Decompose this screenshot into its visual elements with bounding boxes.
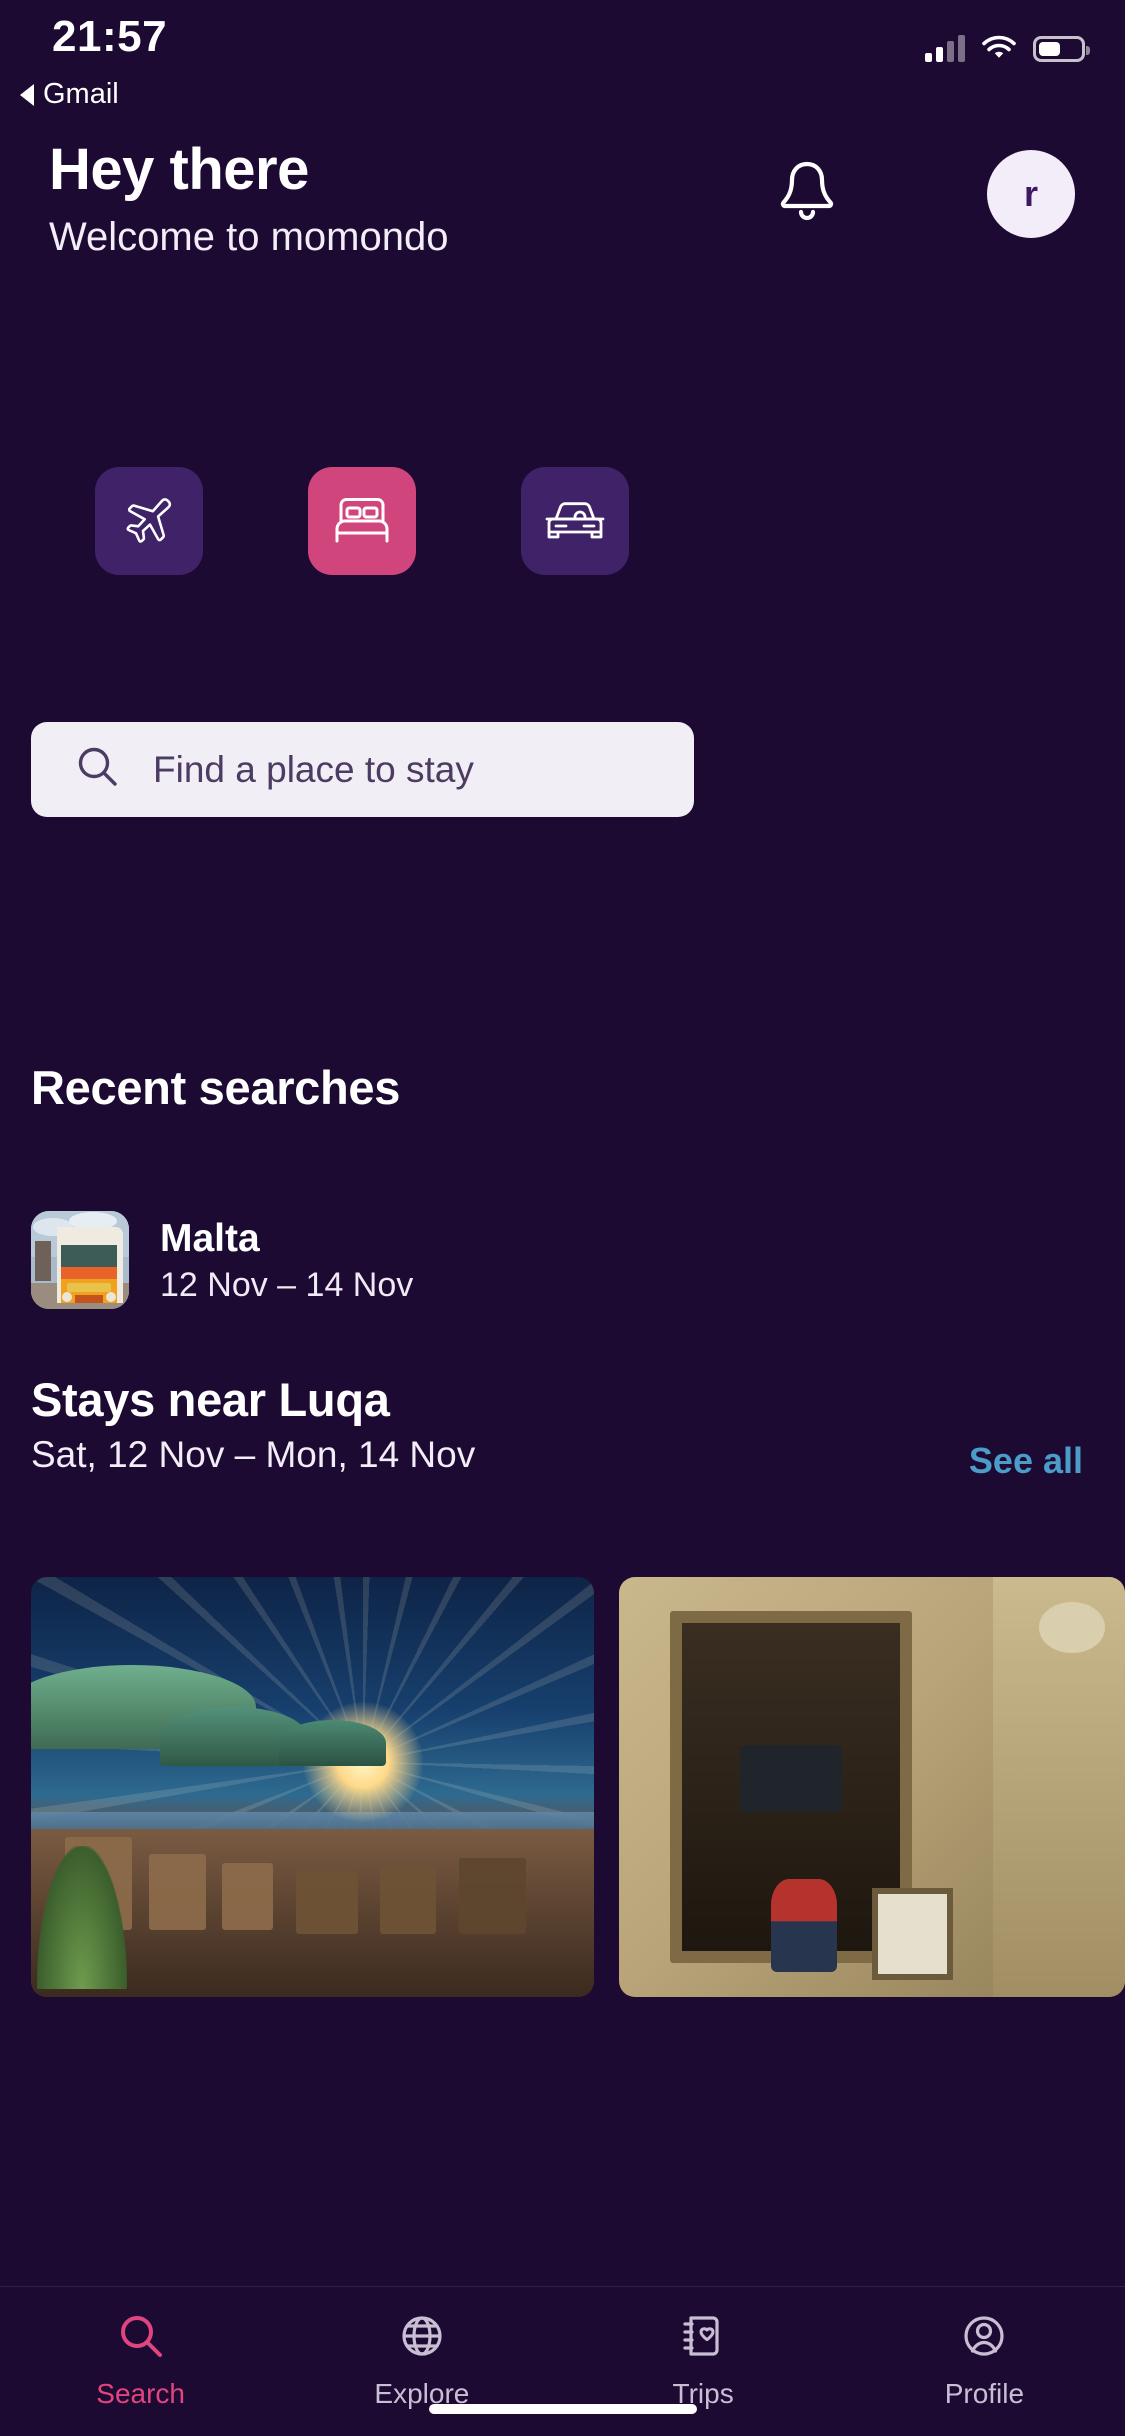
stays-near-dates: Sat, 12 Nov – Mon, 14 Nov [31, 1434, 476, 1475]
greeting-subtitle: Welcome to momondo [49, 214, 449, 259]
avatar[interactable]: r [987, 150, 1075, 238]
app-header: Hey there Welcome to momondo r [0, 137, 1125, 290]
nav-item-profile[interactable]: Profile [844, 2287, 1125, 2436]
recent-search-texts: Malta 12 Nov – 14 Nov [160, 1219, 413, 1302]
greeting-block: Hey there Welcome to momondo [49, 137, 449, 260]
nav-label-search: Search [96, 2378, 185, 2409]
car-icon [544, 495, 606, 548]
recent-search-destination: Malta [160, 1216, 260, 1260]
page-title: Hey there [49, 137, 309, 202]
stay-card-photo [619, 1577, 1125, 1997]
recent-searches-heading: Recent searches [31, 1061, 401, 1114]
profile-icon [959, 2311, 1009, 2366]
trips-icon [677, 2311, 729, 2366]
search-icon [116, 2311, 166, 2366]
stay-card[interactable] [31, 1577, 594, 1997]
bell-icon[interactable] [768, 152, 846, 234]
list-item[interactable]: Malta 12 Nov – 14 Nov [31, 1202, 671, 1318]
nav-item-search[interactable]: Search [0, 2287, 281, 2436]
avatar-initial: r [1023, 173, 1038, 214]
home-indicator [428, 2404, 697, 2414]
stay-card-photo [31, 1577, 594, 1997]
stay-card[interactable] [619, 1577, 1125, 1997]
status-bar-back-to-app[interactable]: Gmail [20, 78, 119, 111]
recent-search-dates: 12 Nov – 14 Nov [160, 1265, 414, 1304]
category-tiles [0, 467, 1125, 587]
signal-bars-icon [925, 34, 965, 62]
category-tile-cars[interactable] [521, 467, 629, 575]
recent-search-thumbnail [31, 1211, 129, 1309]
airplane-icon [121, 491, 177, 552]
status-bar-time: 21:57 [52, 12, 168, 61]
category-tile-flights[interactable] [95, 467, 203, 575]
search-icon [75, 744, 121, 795]
search-input[interactable]: Find a place to stay [31, 722, 694, 817]
back-arrow-icon [20, 83, 34, 106]
wifi-icon [981, 34, 1017, 62]
battery-icon [1033, 36, 1090, 62]
stays-card-carousel[interactable] [0, 1577, 1125, 1997]
nav-label-profile: Profile [944, 2378, 1025, 2409]
status-bar: 21:57 Gmail [0, 0, 1125, 112]
status-bar-back-label: Gmail [43, 78, 119, 110]
bed-icon [333, 493, 391, 550]
search-placeholder: Find a place to stay [153, 748, 474, 790]
see-all-link[interactable]: See all [969, 1440, 1083, 1482]
category-tile-stays[interactable] [308, 467, 416, 575]
stays-near-heading: Stays near Luqa [31, 1373, 390, 1426]
globe-icon [397, 2311, 447, 2366]
status-bar-indicators [925, 22, 1090, 62]
